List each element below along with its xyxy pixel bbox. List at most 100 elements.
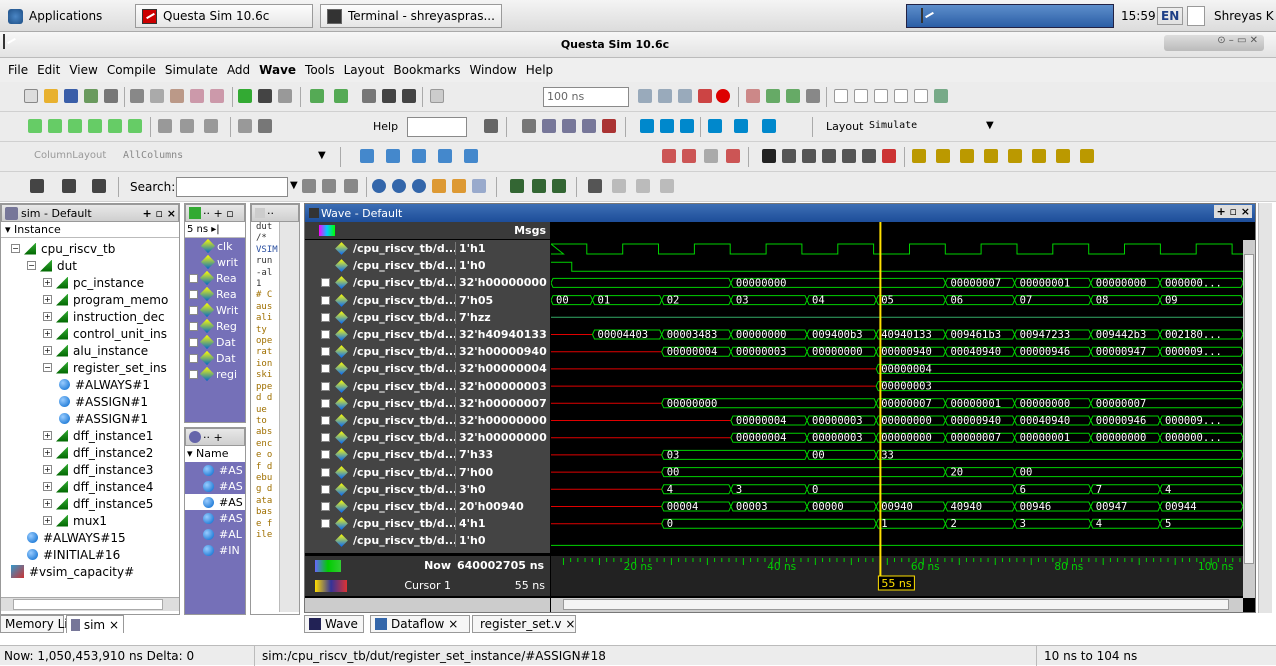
- sim-tree-item[interactable]: #ASSIGN#1: [59, 393, 148, 410]
- process-pane-header[interactable]: ·· +: [185, 428, 245, 446]
- search-prev-icon[interactable]: [302, 179, 316, 193]
- wave-names-hscrollbar[interactable]: [305, 598, 550, 612]
- sim-tree-item[interactable]: #INITIAL#16: [27, 546, 120, 563]
- step-out-2-icon[interactable]: [108, 119, 122, 133]
- step-out-icon[interactable]: [786, 89, 800, 103]
- transcript-pane-header[interactable]: ··: [251, 204, 299, 222]
- cursor-icons[interactable]: [315, 580, 347, 592]
- wave-format-1-icon[interactable]: [510, 179, 524, 193]
- wave-step-3-icon[interactable]: [412, 149, 426, 163]
- wave-step-2-icon[interactable]: [386, 149, 400, 163]
- main-vscrollbar[interactable]: [1258, 203, 1272, 613]
- break-icon[interactable]: [698, 89, 712, 103]
- expand-icon[interactable]: +: [43, 346, 52, 355]
- wave-hscroll-thumb[interactable]: [563, 599, 1229, 610]
- sim-tree-item[interactable]: + dff_instance3: [43, 461, 153, 478]
- expand-icon[interactable]: +: [43, 312, 52, 321]
- back-icon[interactable]: [382, 89, 396, 103]
- column-layout-select[interactable]: AllColumns: [120, 147, 260, 167]
- waveform-canvas[interactable]: 00000000 00000007 00000001 00000000 000000..…: [551, 222, 1243, 597]
- expand-icon[interactable]: +: [43, 448, 52, 457]
- print-icon[interactable]: [104, 89, 118, 103]
- wave-format-5-icon[interactable]: [612, 179, 626, 193]
- expand-icon[interactable]: +: [321, 364, 330, 374]
- expand-icon[interactable]: +: [189, 337, 198, 347]
- expand-icon[interactable]: +: [43, 329, 52, 338]
- sim-tree-item[interactable]: − dut: [27, 257, 77, 274]
- wave-window-controls[interactable]: + ▫ ×: [1214, 205, 1252, 218]
- wave-vscroll-thumb[interactable]: [1244, 254, 1254, 564]
- zoom-fit-icon[interactable]: [842, 149, 856, 163]
- edit-wave-icon[interactable]: [934, 89, 948, 103]
- expand-icon[interactable]: +: [43, 295, 52, 304]
- process-item[interactable]: #AS: [185, 462, 245, 478]
- forward-icon[interactable]: [402, 89, 416, 103]
- step-into-icon[interactable]: [28, 119, 42, 133]
- object-item[interactable]: writ: [185, 254, 245, 270]
- expand-icon[interactable]: +: [321, 312, 330, 322]
- expand-icon[interactable]: +: [43, 465, 52, 474]
- scope-icon[interactable]: [734, 119, 748, 133]
- expand-icon[interactable]: +: [189, 369, 198, 379]
- sim-tree-item[interactable]: #ALWAYS#1: [59, 376, 150, 393]
- wave-search-input[interactable]: [176, 177, 288, 197]
- stop-icon[interactable]: [716, 89, 730, 103]
- edge-8-icon[interactable]: [1080, 149, 1094, 163]
- expand-icon[interactable]: +: [321, 381, 330, 391]
- object-item[interactable]: + Dat: [185, 334, 245, 350]
- expand-icon[interactable]: +: [321, 450, 330, 460]
- window-controls[interactable]: ⊙ – ▭ ✕: [1164, 35, 1264, 51]
- wave-names-header[interactable]: [305, 222, 455, 239]
- redo-icon[interactable]: [210, 89, 224, 103]
- expand-icon[interactable]: +: [43, 516, 52, 525]
- expand-icon[interactable]: +: [189, 321, 198, 331]
- expand-icon[interactable]: −: [11, 244, 20, 253]
- hierarchy-icon[interactable]: [278, 89, 292, 103]
- object-item[interactable]: + Writ: [185, 302, 245, 318]
- wave-hscrollbar[interactable]: [551, 598, 1243, 612]
- workspace-switcher[interactable]: [906, 4, 1114, 28]
- object-item[interactable]: + Rea: [185, 270, 245, 286]
- expand-icon[interactable]: +: [189, 289, 198, 299]
- sim-tree-item[interactable]: + alu_instance: [43, 342, 148, 359]
- ungroup-icon[interactable]: [92, 179, 106, 193]
- layout-dropdown-icon[interactable]: ▼: [986, 120, 994, 131]
- dataflow-2-icon[interactable]: [682, 149, 696, 163]
- wave-format-6-icon[interactable]: [636, 179, 650, 193]
- all-icon[interactable]: [914, 89, 928, 103]
- undo-icon[interactable]: [190, 89, 204, 103]
- wave-step-1-icon[interactable]: [360, 149, 374, 163]
- up-icon[interactable]: [640, 119, 654, 133]
- zoom-region-icon[interactable]: [204, 119, 218, 133]
- taskbar-questa[interactable]: Questa Sim 10.6c: [135, 4, 313, 28]
- sim-instance-header[interactable]: ▾ Instance: [1, 222, 179, 238]
- sim-tree-item[interactable]: + dff_instance1: [43, 427, 153, 444]
- applications-menu[interactable]: Applications: [2, 4, 144, 28]
- cursor-mode-icon[interactable]: [854, 89, 868, 103]
- expand-icon[interactable]: +: [321, 416, 330, 425]
- process-item[interactable]: #AS: [185, 510, 245, 526]
- object-item[interactable]: + Reg: [185, 318, 245, 334]
- expand-icon[interactable]: −: [27, 261, 36, 270]
- sim-pane-header[interactable]: sim - Default + ▫ ×: [1, 204, 179, 222]
- expand-icon[interactable]: +: [189, 305, 198, 315]
- report-icon[interactable]: [602, 119, 616, 133]
- run-length-input[interactable]: 100 ns: [543, 87, 629, 107]
- open-icon[interactable]: [44, 89, 58, 103]
- sim-tree-item[interactable]: + instruction_dec: [43, 308, 165, 325]
- wave-format-2-icon[interactable]: [532, 179, 546, 193]
- column-layout-dropdown-icon[interactable]: ▼: [318, 150, 326, 161]
- object-item[interactable]: + Dat: [185, 350, 245, 366]
- finish-icon[interactable]: [806, 89, 820, 103]
- tab-dataflow[interactable]: Dataflow ×: [370, 615, 470, 633]
- step-next-icon[interactable]: [88, 119, 102, 133]
- wave-format-4-icon[interactable]: [588, 179, 602, 193]
- tab-sim[interactable]: sim ×: [66, 615, 124, 633]
- user-name[interactable]: Shreyas K: [1214, 9, 1274, 23]
- sim-tree-item[interactable]: − cpu_riscv_tb: [11, 240, 115, 257]
- cut-icon[interactable]: [130, 89, 144, 103]
- object-item[interactable]: + Rea: [185, 286, 245, 302]
- process-item[interactable]: #AS: [185, 478, 245, 494]
- step-icon[interactable]: [746, 89, 760, 103]
- sim-tree-item[interactable]: #ALWAYS#15: [27, 529, 126, 546]
